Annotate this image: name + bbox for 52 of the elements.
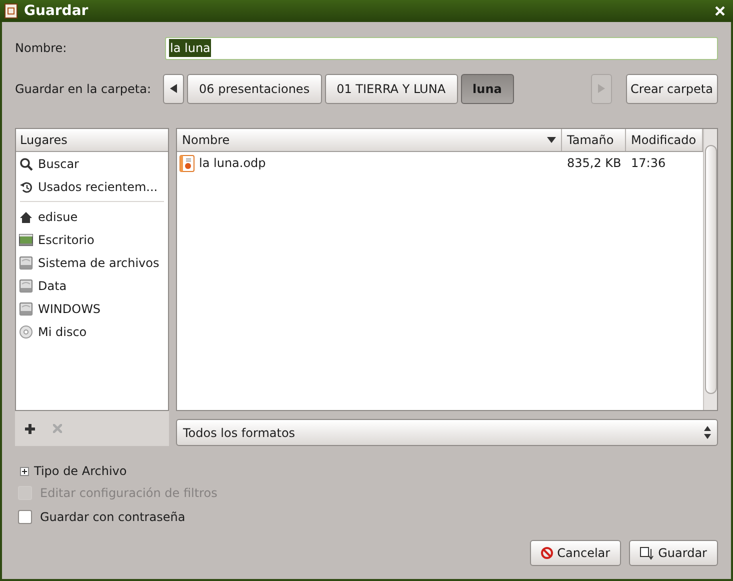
checkbox[interactable] [18, 510, 32, 524]
column-header[interactable]: Nombre [177, 129, 562, 151]
path-button[interactable]: 01 TIERRA Y LUNA [324, 74, 458, 104]
left-arrow-icon [170, 84, 177, 93]
no-entry-icon [541, 547, 554, 559]
place-item[interactable]: Mi disco [16, 320, 168, 343]
checkbox-label: Editar configuración de filtros [40, 485, 218, 502]
place-item[interactable]: Data [16, 274, 168, 297]
folder-label: Guardar en la carpeta: [15, 80, 152, 98]
scroll-left-button[interactable] [163, 74, 184, 104]
name-field[interactable]: la luna [165, 36, 718, 60]
hard-drive-icon [19, 278, 33, 292]
history-icon [19, 180, 33, 194]
desktop-icon [19, 232, 33, 246]
plus-icon [25, 424, 35, 434]
place-item[interactable]: Escritorio [16, 228, 168, 251]
cross-icon [52, 424, 62, 433]
name-label: Nombre: [15, 40, 68, 57]
cancel-button[interactable]: Cancelar [530, 540, 622, 566]
place-item[interactable]: Usados recientem... [16, 175, 168, 198]
window-title: Guardar [24, 2, 88, 20]
place-item[interactable]: Buscar [16, 152, 168, 175]
create-folder-button[interactable]: Crear carpeta [626, 74, 718, 104]
hard-drive-icon [19, 302, 33, 316]
table-cell-text: 835,2 KB [566, 155, 622, 172]
scrollbar[interactable] [703, 129, 717, 410]
close-icon [714, 5, 726, 17]
checkbox-label: Guardar con contraseña [40, 509, 186, 526]
column-header[interactable]: Tamaño [562, 129, 626, 151]
path-button[interactable]: 06 presentaciones [187, 74, 322, 104]
presentation-file-icon [179, 154, 195, 172]
save-button[interactable]: Guardar [629, 540, 718, 566]
search-icon [19, 156, 33, 170]
column-header[interactable]: Modificado [626, 129, 703, 151]
house-icon [19, 210, 33, 224]
save-icon [640, 546, 654, 560]
right-arrow-icon [598, 84, 605, 93]
path-button[interactable]: luna [460, 74, 514, 104]
place-item[interactable]: Sistema de archivos [16, 251, 168, 274]
place-item[interactable]: WINDOWS [16, 297, 168, 320]
disc-icon [19, 324, 33, 338]
file-name: la luna.odp [199, 155, 266, 172]
table-cell-text: 17:36 [630, 155, 667, 172]
place-item[interactable]: edisue [16, 205, 168, 228]
expander[interactable]: Tipo de Archivo [20, 462, 718, 480]
format-dropdown[interactable]: Todos los formatos [176, 419, 718, 446]
add-button[interactable] [23, 422, 37, 436]
updown-arrow-icon [704, 426, 711, 439]
column-header[interactable]: Lugares [16, 129, 168, 152]
file-row[interactable]: la luna.odp [177, 152, 562, 174]
document-icon [4, 3, 18, 19]
hard-drive-icon [19, 256, 33, 270]
